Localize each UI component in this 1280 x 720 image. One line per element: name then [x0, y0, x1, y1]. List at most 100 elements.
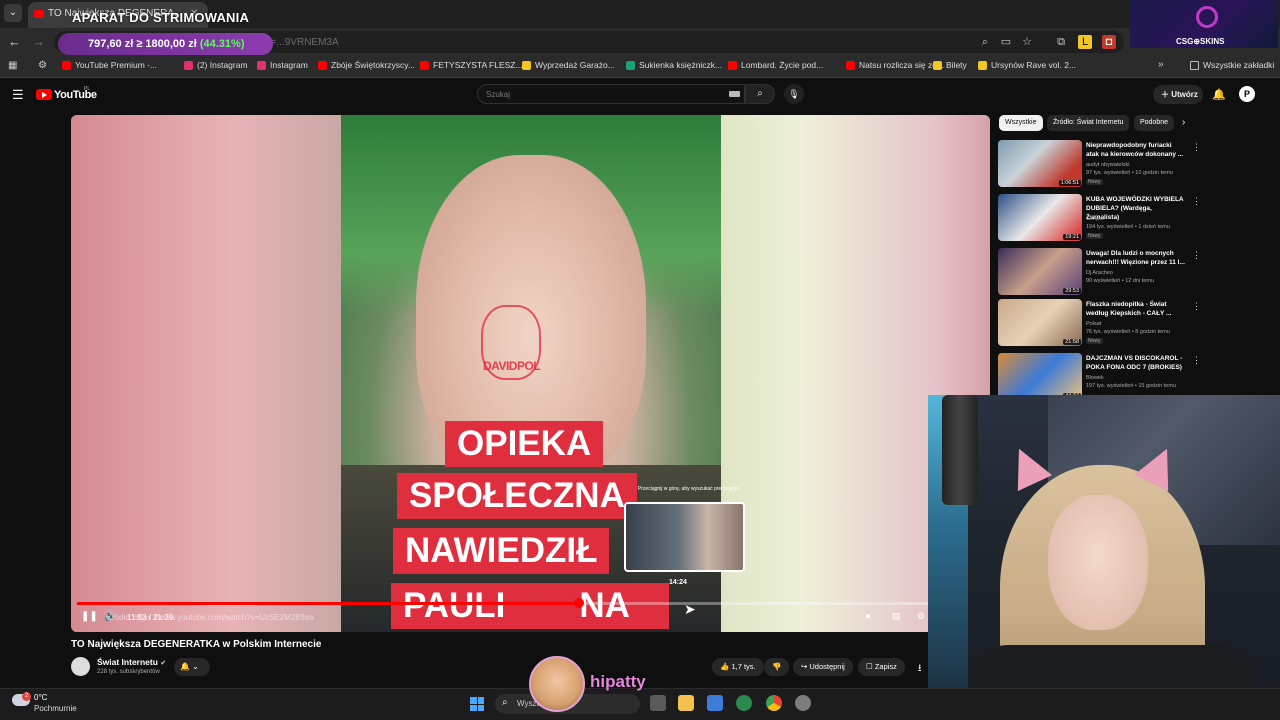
extension-icon[interactable]: ⧉	[1054, 35, 1068, 49]
settings-app-icon[interactable]	[795, 695, 811, 711]
autoplay-toggle-icon[interactable]: ⏺	[866, 611, 871, 622]
video-player[interactable]: DAVIDPOL OPIEKA SPOŁECZNA NAWIEDZIŁ PAUL…	[71, 115, 990, 632]
recommendation-title[interactable]: DAJCZMAN VS DISCOKAROL - POKA FONA ODC 7…	[1086, 354, 1186, 372]
recommendation-channel[interactable]: Dj Aracheo	[1086, 270, 1113, 276]
bookmark-label: Sukienka księżniczk...	[639, 60, 723, 70]
notifications-bell-icon[interactable]: 🔔	[1212, 88, 1226, 101]
more-options-icon[interactable]: ⋮	[1192, 301, 1201, 312]
recommendation-title[interactable]: Nieprawdopodobny furiacki atak na kierow…	[1086, 141, 1186, 159]
more-options-icon[interactable]: ⋮	[1192, 142, 1201, 153]
download-icon[interactable]: ⭳	[918, 661, 922, 678]
all-bookmarks-folder[interactable]: Wszystkie zakładki	[1190, 60, 1274, 70]
recommendation-item[interactable]: 19:21 KUBA WOJEWÓDZKI WYBIELA DUBIELA? (W…	[998, 194, 1201, 244]
bookmark-item[interactable]: Ursynów Rave vol. 2...	[978, 60, 1076, 70]
bookmark-label: Natsu rozlicza się ze...	[859, 60, 945, 70]
youtube-logo-icon[interactable]	[36, 89, 52, 100]
bookmark-favicon-icon	[420, 60, 429, 70]
channel-avatar[interactable]	[71, 657, 90, 676]
caption-word-pauli: PAULI	[403, 586, 506, 625]
task-view-icon[interactable]	[650, 695, 666, 711]
xbox-icon[interactable]	[736, 695, 752, 711]
recommendation-item[interactable]: 29:53 Uwaga! Dla ludzi o mocnych nerwach!…	[998, 248, 1201, 298]
bookmark-item[interactable]: Sukienka księżniczk...	[626, 60, 722, 70]
thumbs-down-icon: 👎	[772, 662, 782, 671]
settings-bookmark-icon[interactable]: ⚙	[38, 60, 47, 71]
bookmark-label: Zbóje Świętokrzyscy...	[331, 60, 415, 70]
caption-line-2: SPOŁECZNA	[397, 473, 637, 519]
recommendation-channel[interactable]: Blowek	[1086, 375, 1104, 381]
back-arrow-icon[interactable]: ←	[8, 34, 21, 49]
more-options-icon[interactable]: ⋮	[1192, 196, 1201, 207]
save-label: Zapisz	[874, 662, 897, 671]
save-button[interactable]: ☐ Zapisz	[858, 658, 905, 676]
video-timecode: 11:53 / 21:29	[127, 613, 174, 622]
dislike-button[interactable]: 👎	[764, 658, 790, 676]
chips-next-chevron-icon[interactable]: ›	[1182, 117, 1185, 128]
chip-related[interactable]: Podobne	[1134, 115, 1175, 131]
bookmark-favicon-icon	[62, 60, 71, 70]
caption-line-3: NAWIEDZIŁ	[393, 528, 610, 574]
windows-taskbar	[0, 688, 1280, 720]
recommendation-channel[interactable]: Gimper	[1086, 216, 1104, 222]
forward-arrow-icon[interactable]: →	[32, 34, 45, 49]
recommendation-item[interactable]: 1:06:51 Nieprawdopodobny furiacki atak na…	[998, 140, 1201, 190]
bookmark-item[interactable]: Wyprzedaż Garażo...	[522, 60, 615, 70]
chip-source[interactable]: Źródło: Świat Internetu	[1047, 115, 1130, 131]
more-options-icon[interactable]: ⋮	[1192, 355, 1201, 366]
recommendation-channel[interactable]: audyt obywatelski	[1086, 162, 1129, 168]
bookmark-item[interactable]: (2) Instagram	[184, 60, 248, 70]
bookmark-label: YouTube Premium -...	[75, 60, 158, 70]
progress-scrubber[interactable]	[573, 598, 584, 608]
pause-icon[interactable]: ❚❚	[81, 611, 98, 622]
keyboard-icon[interactable]	[729, 91, 740, 97]
chip-all[interactable]: Wszystkie	[999, 115, 1043, 131]
share-button[interactable]: ↪ Udostępnij	[793, 658, 853, 676]
bookmark-item[interactable]: FETYSZYSTA FLESZ...	[420, 60, 523, 70]
like-button[interactable]: 👍 1,7 tys.	[712, 658, 764, 676]
youtube-wordmark[interactable]: YouTube	[54, 89, 97, 101]
bookmark-item[interactable]: Bilety	[933, 60, 967, 70]
zoom-icon[interactable]: ⌕	[978, 35, 992, 49]
microsoft-store-icon[interactable]	[707, 695, 723, 711]
file-explorer-icon[interactable]	[678, 695, 694, 711]
taskbar-search-icon: ⌕	[502, 697, 508, 708]
weather-alert-badge: 2	[22, 692, 31, 701]
apps-grid-icon[interactable]: ▦	[8, 60, 17, 71]
new-badge: Nowy	[1086, 233, 1103, 239]
search-input[interactable]: Szukaj	[477, 84, 745, 104]
bookmark-item[interactable]: Instagram	[257, 60, 308, 70]
keep-extension-icon[interactable]: L	[1078, 35, 1092, 49]
menu-icon[interactable]: ☰	[12, 87, 24, 103]
chrome-icon[interactable]	[766, 695, 782, 711]
bookmark-favicon-icon	[728, 60, 737, 70]
settings-gear-icon[interactable]: ⚙	[917, 611, 925, 622]
windows-start-icon[interactable]	[470, 697, 484, 711]
bookmark-item[interactable]: Natsu rozlicza się ze...	[846, 60, 944, 70]
weather-temperature: 0°C	[34, 693, 48, 702]
subscribe-bell-button[interactable]: 🔔 ⌄	[174, 658, 210, 676]
create-button[interactable]: ＋ Utwórz	[1153, 85, 1203, 104]
more-options-icon[interactable]: ⋮	[1192, 250, 1201, 261]
bookmark-label: Wyprzedaż Garażo...	[535, 60, 615, 70]
bookmark-item[interactable]: YouTube Premium -...	[62, 60, 157, 70]
adblock-extension-icon[interactable]: ◘	[1102, 35, 1116, 49]
bookmark-item[interactable]: Lombard. Życie pod...	[728, 60, 823, 70]
recommendation-channel[interactable]: Polsat	[1086, 321, 1101, 327]
recommendation-title[interactable]: Flaszka niedopitka - Świat według Kiepsk…	[1086, 300, 1186, 318]
caption-line-4: PAULI NA	[391, 583, 669, 629]
more-bookmarks-icon[interactable]: »	[1158, 59, 1164, 70]
star-icon[interactable]: ☆	[1020, 35, 1034, 49]
bookmark-item[interactable]: Zbóje Świętokrzyscy...	[318, 60, 415, 70]
voice-search-button[interactable]: 🎙	[784, 84, 804, 104]
subtitles-icon[interactable]: ▤	[892, 611, 901, 622]
search-button[interactable]: ⌕	[745, 84, 775, 104]
tab-search-button[interactable]: ⌄	[4, 4, 22, 22]
csgo-logo-icon	[1196, 6, 1218, 28]
recommendation-item[interactable]: 21:58 Flaszka niedopitka - Świat według K…	[998, 299, 1201, 349]
channel-name[interactable]: Świat Internetu ✔	[97, 657, 166, 667]
account-avatar[interactable]: P	[1239, 86, 1255, 102]
new-badge: Nowy	[1086, 338, 1103, 344]
recommendation-title[interactable]: Uwaga! Dla ludzi o mocnych nerwach!!! Wi…	[1086, 249, 1186, 267]
cast-icon[interactable]: ▭	[999, 35, 1013, 49]
mouse-cursor-icon: ➤	[684, 601, 696, 617]
